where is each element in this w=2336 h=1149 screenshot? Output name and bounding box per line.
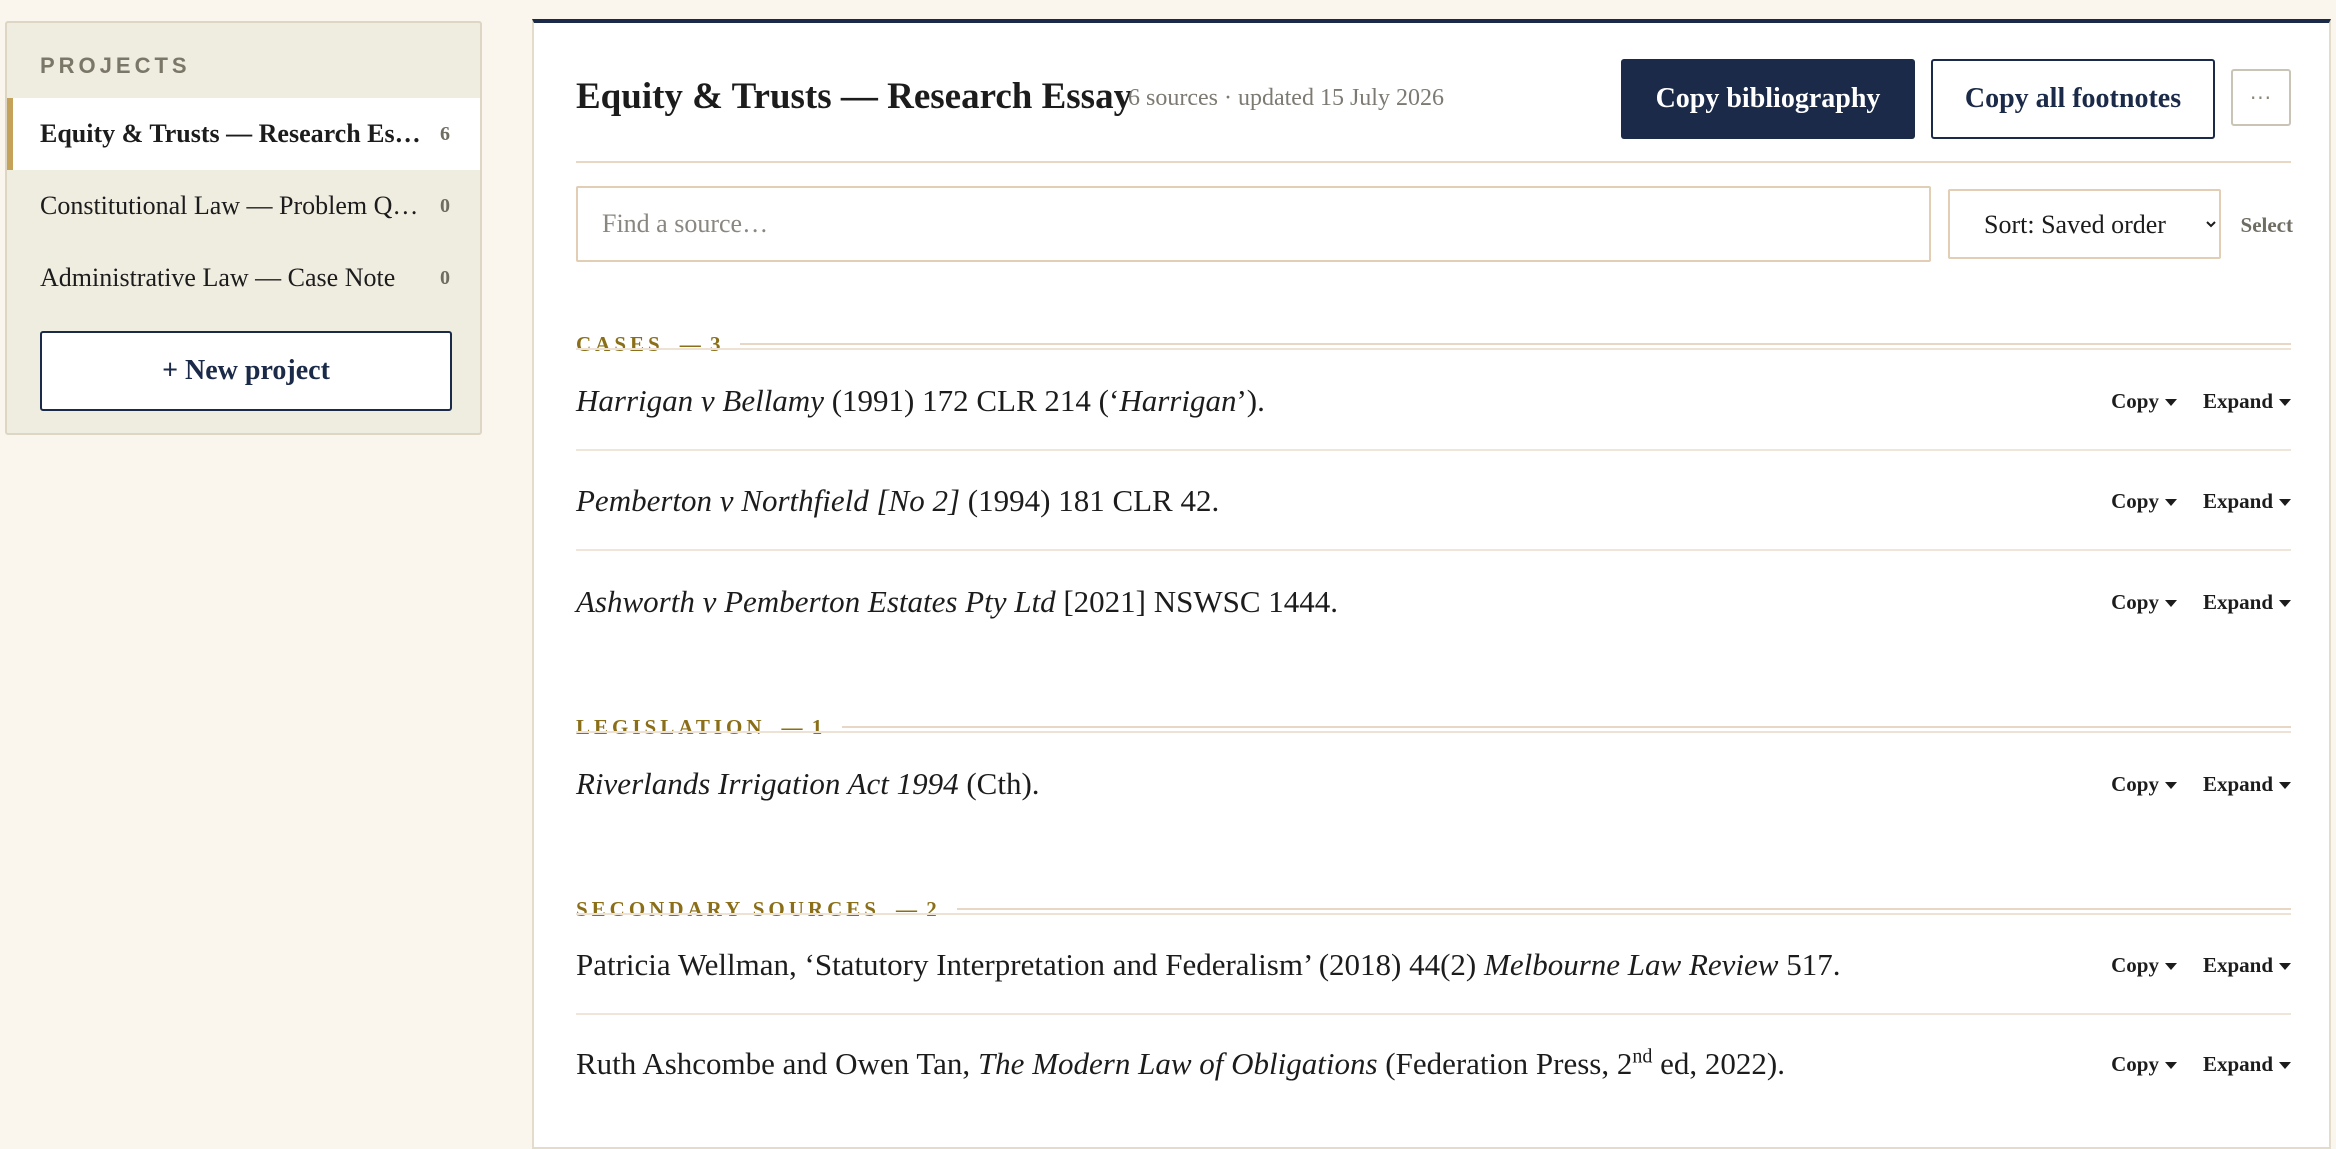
caret-down-icon	[2279, 1061, 2291, 1069]
more-horizontal-icon: ···	[2249, 85, 2273, 110]
section-rule	[740, 343, 2291, 345]
project-meta: 6 sources · updated 15 July 2026	[1128, 85, 1444, 111]
source-row[interactable]: Ruth Ashcombe and Owen Tan, The Modern L…	[576, 1015, 2291, 1113]
sidebar-heading: PROJECTS	[40, 53, 191, 78]
expand-label: Expand	[2202, 589, 2273, 614]
search-input[interactable]	[576, 186, 1931, 262]
copy-dropdown-button[interactable]: Copy	[2111, 1052, 2177, 1077]
header-divider	[576, 161, 2291, 163]
citation-text: Harrigan v Bellamy (1991) 172 CLR 214 (‘…	[576, 383, 1265, 418]
caret-down-icon	[2164, 498, 2177, 506]
copy-dropdown-button[interactable]: Copy	[2111, 389, 2177, 414]
more-options-button[interactable]: ···	[2231, 69, 2291, 126]
expand-dropdown-button[interactable]: Expand	[2203, 1052, 2291, 1077]
project-count: 6	[440, 122, 450, 145]
copy-label: Copy	[2111, 1051, 2159, 1076]
expand-dropdown-button[interactable]: Expand	[2203, 489, 2291, 514]
section-divider	[576, 731, 2291, 733]
copy-label: Copy	[2111, 388, 2159, 413]
caret-down-icon	[2279, 498, 2291, 506]
expand-dropdown-button[interactable]: Expand	[2203, 772, 2291, 797]
project-label: Constitutional Law — Problem Q…	[40, 191, 419, 220]
sidebar-item-equity-trusts[interactable]: Equity & Trusts — Research Es… 6	[7, 98, 480, 170]
expand-label: Expand	[2202, 952, 2273, 977]
section-rule	[842, 726, 2291, 728]
copy-label: Copy	[2111, 589, 2159, 614]
sort-select[interactable]: Sort: Saved order	[1948, 189, 2221, 259]
citation-text: Pemberton v Northfield [No 2] (1994) 181…	[576, 483, 1220, 518]
sidebar-item-administrative-law[interactable]: Administrative Law — Case Note 0	[7, 242, 480, 314]
projects-sidebar: PROJECTS Equity & Trusts — Research Es… …	[5, 21, 482, 435]
caret-down-icon	[2279, 599, 2291, 607]
source-row[interactable]: Harrigan v Bellamy (1991) 172 CLR 214 (‘…	[576, 353, 2291, 451]
project-count: 0	[440, 194, 450, 217]
expand-dropdown-button[interactable]: Expand	[2203, 389, 2291, 414]
expand-label: Expand	[2202, 1051, 2273, 1076]
citation-text: Ashworth v Pemberton Estates Pty Ltd [20…	[576, 584, 1339, 619]
expand-dropdown-button[interactable]: Expand	[2203, 590, 2291, 615]
section-rule	[956, 908, 2291, 910]
project-label: Equity & Trusts — Research Es…	[40, 119, 421, 148]
caret-down-icon	[2164, 781, 2177, 789]
page-title: Equity & Trusts — Research Essay	[576, 76, 1133, 117]
copy-dropdown-button[interactable]: Copy	[2111, 590, 2177, 615]
copy-dropdown-button[interactable]: Copy	[2111, 772, 2177, 797]
caret-down-icon	[2279, 398, 2291, 406]
citation-text: Patricia Wellman, ‘Statutory Interpretat…	[576, 947, 1841, 982]
caret-down-icon	[2164, 398, 2177, 406]
source-row[interactable]: Patricia Wellman, ‘Statutory Interpretat…	[576, 917, 2291, 1015]
project-label: Administrative Law — Case Note	[40, 263, 396, 292]
caret-down-icon	[2164, 1061, 2177, 1069]
source-row[interactable]: Ashworth v Pemberton Estates Pty Ltd [20…	[576, 553, 2291, 651]
project-count: 0	[440, 266, 450, 289]
expand-label: Expand	[2202, 388, 2273, 413]
citation-text: Ruth Ashcombe and Owen Tan, The Modern L…	[576, 1045, 1785, 1081]
section-divider	[576, 348, 2291, 350]
copy-label: Copy	[2111, 952, 2159, 977]
expand-dropdown-button[interactable]: Expand	[2203, 953, 2291, 978]
section-divider	[576, 913, 2291, 915]
source-row[interactable]: Riverlands Irrigation Act 1994 (Cth). Cop…	[576, 735, 2291, 833]
expand-label: Expand	[2202, 771, 2273, 796]
select-mode-button[interactable]: Select	[2237, 213, 2293, 238]
sidebar-item-constitutional-law[interactable]: Constitutional Law — Problem Q… 0	[7, 170, 480, 242]
copy-all-footnotes-button[interactable]: Copy all footnotes	[1931, 59, 2215, 139]
citation-text: Riverlands Irrigation Act 1994 (Cth).	[576, 766, 1040, 801]
caret-down-icon	[2164, 962, 2177, 970]
caret-down-icon	[2279, 962, 2291, 970]
source-row[interactable]: Pemberton v Northfield [No 2] (1994) 181…	[576, 453, 2291, 551]
copy-label: Copy	[2111, 771, 2159, 796]
expand-label: Expand	[2202, 488, 2273, 513]
new-project-button[interactable]: + New project	[40, 331, 452, 411]
main-panel: Equity & Trusts — Research Essay 6 sourc…	[532, 19, 2331, 1149]
copy-dropdown-button[interactable]: Copy	[2111, 953, 2177, 978]
caret-down-icon	[2279, 781, 2291, 789]
copy-label: Copy	[2111, 488, 2159, 513]
copy-dropdown-button[interactable]: Copy	[2111, 489, 2177, 514]
copy-bibliography-button[interactable]: Copy bibliography	[1621, 59, 1915, 139]
caret-down-icon	[2164, 599, 2177, 607]
